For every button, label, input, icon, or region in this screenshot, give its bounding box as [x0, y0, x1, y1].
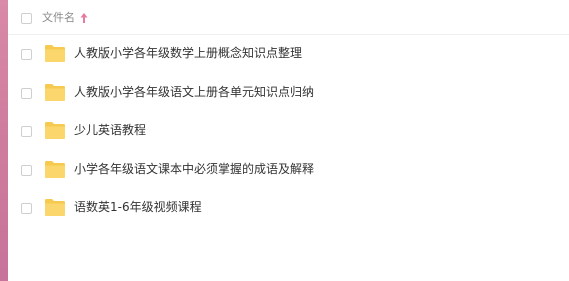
row-checkbox[interactable]	[21, 126, 32, 137]
file-name[interactable]: 少儿英语教程	[74, 121, 146, 139]
select-all-checkbox[interactable]	[21, 13, 32, 24]
file-name[interactable]: 小学各年级语文课本中必须掌握的成语及解释	[74, 160, 314, 178]
row-checkbox[interactable]	[21, 49, 32, 60]
file-list-header: 文件名	[8, 0, 569, 35]
list-item[interactable]: 小学各年级语文课本中必须掌握的成语及解释	[8, 152, 569, 190]
row-checkbox[interactable]	[21, 203, 32, 214]
folder-icon	[45, 45, 65, 62]
list-item[interactable]: 人教版小学各年级语文上册各单元知识点归纳	[8, 75, 569, 113]
file-list: 文件名 人教版小学各年级数学上册概念知识点整理 人教版小学各年级语文上册各单元知…	[8, 0, 569, 281]
left-side-strip	[0, 0, 8, 281]
row-checkbox[interactable]	[21, 165, 32, 176]
file-name[interactable]: 人教版小学各年级数学上册概念知识点整理	[74, 44, 302, 62]
list-item[interactable]: 人教版小学各年级数学上册概念知识点整理	[8, 36, 569, 74]
list-item[interactable]: 少儿英语教程	[8, 113, 569, 151]
folder-icon	[45, 199, 65, 216]
folder-icon	[45, 84, 65, 101]
list-item[interactable]: 语数英1-6年级视频课程	[8, 190, 569, 228]
row-checkbox[interactable]	[21, 88, 32, 99]
folder-icon	[45, 161, 65, 178]
sort-arrow-icon[interactable]	[79, 11, 89, 25]
file-name[interactable]: 语数英1-6年级视频课程	[74, 198, 202, 216]
filename-column-header[interactable]: 文件名	[42, 11, 75, 25]
file-name[interactable]: 人教版小学各年级语文上册各单元知识点归纳	[74, 83, 314, 101]
folder-icon	[45, 122, 65, 139]
